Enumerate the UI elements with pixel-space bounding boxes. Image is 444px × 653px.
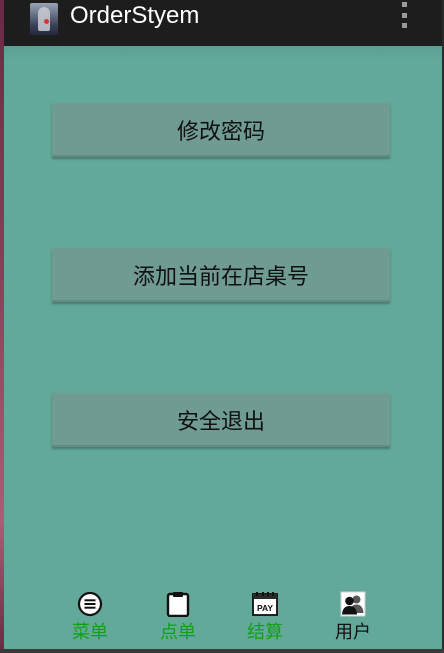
overflow-dot (401, 12, 407, 18)
bottom-frame-edge (0, 649, 444, 653)
bottom-tab-bar: 菜单 点单 PAY 结算 用户 (4, 585, 442, 649)
tab-order[interactable]: 点单 (143, 585, 213, 649)
app-logo-icon[interactable] (30, 3, 58, 35)
tab-pay-label: 结算 (247, 622, 283, 643)
change-password-button[interactable]: 修改密码 (52, 103, 390, 157)
tab-pay[interactable]: PAY 结算 (230, 585, 300, 649)
tab-menu[interactable]: 菜单 (55, 585, 125, 649)
tab-user[interactable]: 用户 (318, 585, 388, 649)
list-icon (77, 591, 103, 617)
pay-icon: PAY (252, 592, 278, 616)
users-icon (340, 591, 366, 617)
overflow-menu-icon[interactable] (400, 2, 408, 28)
svg-text:PAY: PAY (257, 603, 273, 613)
app-logo-badge (44, 19, 49, 24)
clipboard-icon (166, 592, 190, 617)
action-bar: OrderStyem (4, 0, 442, 46)
add-table-number-button[interactable]: 添加当前在店桌号 (52, 248, 390, 302)
logout-button[interactable]: 安全退出 (52, 393, 390, 447)
tab-menu-label: 菜单 (72, 622, 108, 643)
overflow-dot (401, 2, 407, 7)
user-settings-panel: 修改密码 添加当前在店桌号 安全退出 (4, 46, 442, 649)
tab-user-label: 用户 (335, 622, 371, 643)
overflow-dot (401, 23, 407, 28)
app-title: OrderStyem (70, 2, 200, 29)
tab-order-label: 点单 (160, 622, 196, 643)
